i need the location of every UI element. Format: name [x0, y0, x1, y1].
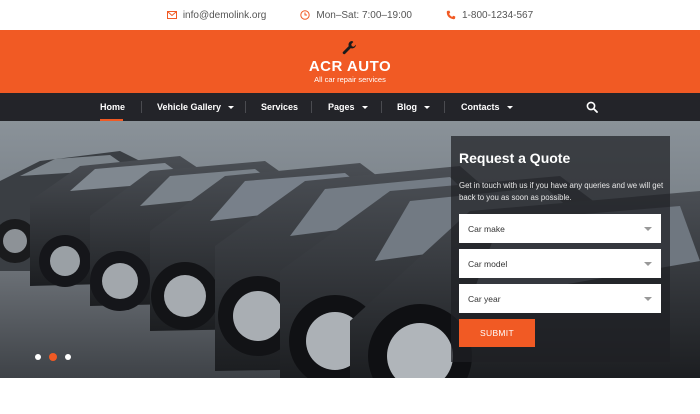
caret-down-icon: [361, 105, 368, 109]
quote-request-panel: Request a Quote Get in touch with us if …: [451, 136, 670, 362]
slider-dot-active[interactable]: [49, 353, 57, 361]
nav-label: Vehicle Gallery: [157, 102, 222, 112]
caret-down-icon: [424, 105, 430, 109]
quote-description: Get in touch with us if you have any que…: [459, 181, 664, 202]
main-navigation: Home Vehicle Gallery Services Pages Blog…: [0, 93, 700, 121]
top-info-bar: info@demolink.org Mon–Sat: 7:00–19:00 1-…: [0, 0, 700, 30]
select-label: Car year: [468, 293, 501, 304]
wrench-icon: [342, 40, 356, 54]
brand-tagline: All car repair services: [314, 74, 386, 84]
nav-separator: [381, 101, 382, 113]
select-label: Car model: [468, 258, 508, 269]
nav-label: Contacts: [461, 102, 500, 112]
nav-item-services[interactable]: Services: [261, 93, 298, 121]
slider-dot[interactable]: [35, 354, 41, 360]
page-content-start: [0, 378, 700, 414]
quote-title: Request a Quote: [459, 150, 571, 166]
hero-slider: Request a Quote Get in touch with us if …: [0, 121, 700, 378]
nav-item-vehicle-gallery[interactable]: Vehicle Gallery: [157, 93, 235, 121]
nav-separator: [245, 101, 246, 113]
chevron-down-icon: [644, 226, 652, 231]
caret-down-icon: [506, 105, 513, 109]
select-label: Car make: [468, 223, 505, 234]
slider-pagination: [35, 353, 71, 361]
envelope-icon: [166, 11, 177, 19]
nav-label: Home: [100, 102, 126, 112]
nav-separator: [444, 101, 445, 113]
phone-icon: [446, 10, 456, 20]
nav-item-pages[interactable]: Pages: [328, 93, 368, 121]
car-model-select[interactable]: Car model: [459, 249, 661, 278]
brand-header: ACR AUTO All car repair services: [0, 30, 700, 93]
email-contact[interactable]: info@demolink.org: [166, 9, 267, 21]
phone-text: 1-800-1234-567: [462, 9, 534, 21]
car-year-select[interactable]: Car year: [459, 284, 661, 313]
nav-separator: [141, 101, 142, 113]
brand-name[interactable]: ACR AUTO: [309, 58, 391, 75]
email-text: info@demolink.org: [182, 9, 267, 21]
slider-dot[interactable]: [65, 354, 71, 360]
chevron-down-icon: [644, 261, 652, 266]
nav-label: Services: [261, 102, 299, 112]
nav-separator: [311, 101, 312, 113]
search-icon[interactable]: [586, 101, 598, 113]
nav-item-contacts[interactable]: Contacts: [461, 93, 513, 121]
caret-down-icon: [228, 105, 235, 109]
clock-icon: [300, 10, 311, 20]
hours-info: Mon–Sat: 7:00–19:00: [300, 10, 412, 21]
car-make-select[interactable]: Car make: [459, 214, 661, 243]
phone-contact[interactable]: 1-800-1234-567: [446, 10, 533, 21]
nav-label: Blog: [397, 102, 417, 112]
nav-label: Pages: [328, 102, 355, 112]
nav-item-blog[interactable]: Blog: [397, 93, 430, 121]
submit-button[interactable]: SUBMIT: [459, 319, 535, 347]
hours-text: Mon–Sat: 7:00–19:00: [316, 9, 412, 21]
chevron-down-icon: [644, 296, 652, 301]
nav-item-home[interactable]: Home: [100, 93, 125, 121]
